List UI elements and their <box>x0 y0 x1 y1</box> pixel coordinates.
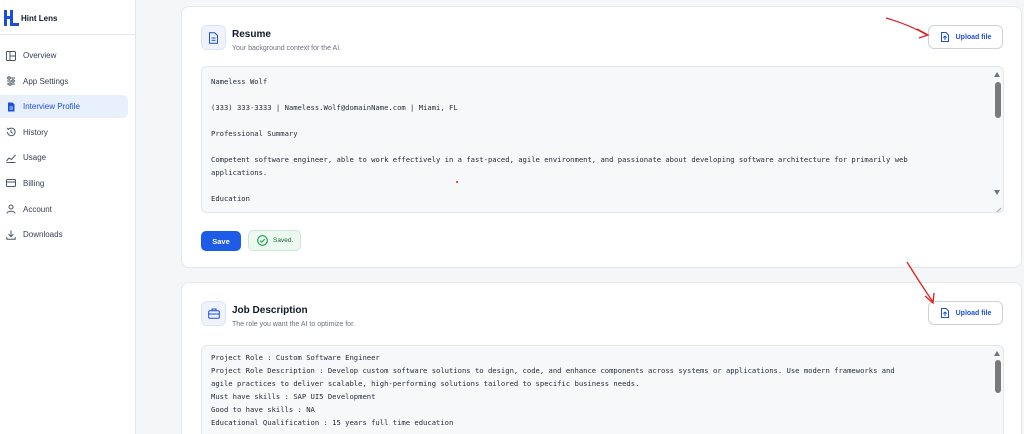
resume-line: applications. <box>211 168 268 177</box>
document-icon <box>201 25 226 50</box>
resume-title: Resume <box>232 29 271 40</box>
sidebar-item-app-settings[interactable]: App Settings <box>0 70 128 93</box>
resume-line: Competent software engineer, able to wor… <box>211 155 908 164</box>
hint-lens-logo-icon <box>4 10 19 26</box>
sidebar-item-label: App Settings <box>23 76 69 86</box>
sidebar-item-history[interactable]: History <box>0 121 128 144</box>
job-description-subtitle: The role you want the AI to optimize for… <box>232 321 355 328</box>
job-description-upload-button[interactable]: Upload file <box>928 301 1003 325</box>
resume-upload-button[interactable]: Upload file <box>928 25 1003 49</box>
scrollbar-thumb[interactable] <box>995 82 1001 118</box>
saved-status-badge: Saved. <box>248 230 301 251</box>
sidebar-item-label: History <box>23 127 48 137</box>
file-upload-icon <box>940 32 950 42</box>
app-logo[interactable]: Hint Lens <box>4 8 57 28</box>
scroll-down-arrow-icon[interactable] <box>992 188 1001 196</box>
credit-card-icon <box>6 178 16 188</box>
briefcase-icon <box>201 301 226 326</box>
sidebar-item-label: Usage <box>23 153 47 163</box>
sidebar-item-label: Overview <box>23 51 57 60</box>
sidebar-item-billing[interactable]: Billing <box>0 172 128 195</box>
sidebar: Hint Lens Overview App Settings Intervie… <box>0 0 136 434</box>
app-name: Hint Lens <box>21 13 58 23</box>
sidebar-item-label: Downloads <box>23 230 63 240</box>
sidebar-item-usage[interactable]: Usage <box>0 146 128 169</box>
resume-line: (333) 333-3333 | Nameless.Wolf@domainNam… <box>211 103 458 112</box>
sidebar-nav: Overview App Settings Interview Profile … <box>0 44 136 249</box>
job-description-line: agile practices to deliver scalable, hig… <box>211 379 640 388</box>
job-description-card: Job Description The role you want the AI… <box>181 282 1022 434</box>
history-icon <box>6 127 16 137</box>
sidebar-item-label: Account <box>23 204 52 214</box>
layout-icon <box>6 50 16 61</box>
scroll-up-arrow-icon[interactable] <box>992 349 1001 357</box>
job-description-line: Project Role : Custom Software Engineer <box>211 353 380 362</box>
user-icon <box>6 204 16 214</box>
job-description-scrollbar[interactable] <box>990 346 1003 434</box>
resume-line: Professional Summary <box>211 129 298 138</box>
sidebar-item-downloads[interactable]: Downloads <box>0 223 128 246</box>
scrollbar-thumb[interactable] <box>995 360 1001 393</box>
sidebar-item-label: Interview Profile <box>23 102 80 112</box>
resume-card: Resume Your background context for the A… <box>181 6 1022 268</box>
sidebar-item-account[interactable]: Account <box>0 198 128 221</box>
upload-button-label: Upload file <box>955 309 992 317</box>
resume-textarea[interactable]: Nameless Wolf (333) 333-3333 | Nameless.… <box>201 66 1004 213</box>
save-button[interactable]: Save <box>201 231 241 251</box>
resume-line: Nameless Wolf <box>211 77 268 86</box>
chart-icon <box>6 153 16 163</box>
upload-button-label: Upload file <box>955 33 992 41</box>
resume-scrollbar[interactable] <box>990 67 1003 212</box>
job-description-line: Must have skills : SAP UI5 Development <box>211 392 376 401</box>
job-description-line: Educational Qualification : 15 years ful… <box>211 418 454 427</box>
settings-sliders-icon <box>6 76 16 86</box>
sidebar-item-overview[interactable]: Overview <box>0 44 128 67</box>
file-upload-icon <box>940 308 950 318</box>
sidebar-item-label: Billing <box>23 178 45 188</box>
check-circle-icon <box>257 235 268 246</box>
download-icon <box>6 230 16 240</box>
saved-status-label: Saved. <box>273 237 294 244</box>
sidebar-divider <box>0 34 136 35</box>
resume-subtitle: Your background context for the AI. <box>232 45 342 52</box>
resume-line: Education <box>211 194 250 203</box>
job-description-line: Project Role Description : Develop custo… <box>211 366 895 375</box>
scroll-up-arrow-icon[interactable] <box>992 70 1001 78</box>
job-description-textarea[interactable]: Project Role : Custom Software Engineer … <box>201 345 1004 434</box>
job-description-title: Job Description <box>232 305 308 316</box>
resize-grip-icon[interactable] <box>993 202 1002 212</box>
sidebar-item-interview-profile[interactable]: Interview Profile <box>0 95 128 119</box>
document-icon <box>6 102 16 112</box>
job-description-line: Good to have skills : NA <box>211 405 315 414</box>
